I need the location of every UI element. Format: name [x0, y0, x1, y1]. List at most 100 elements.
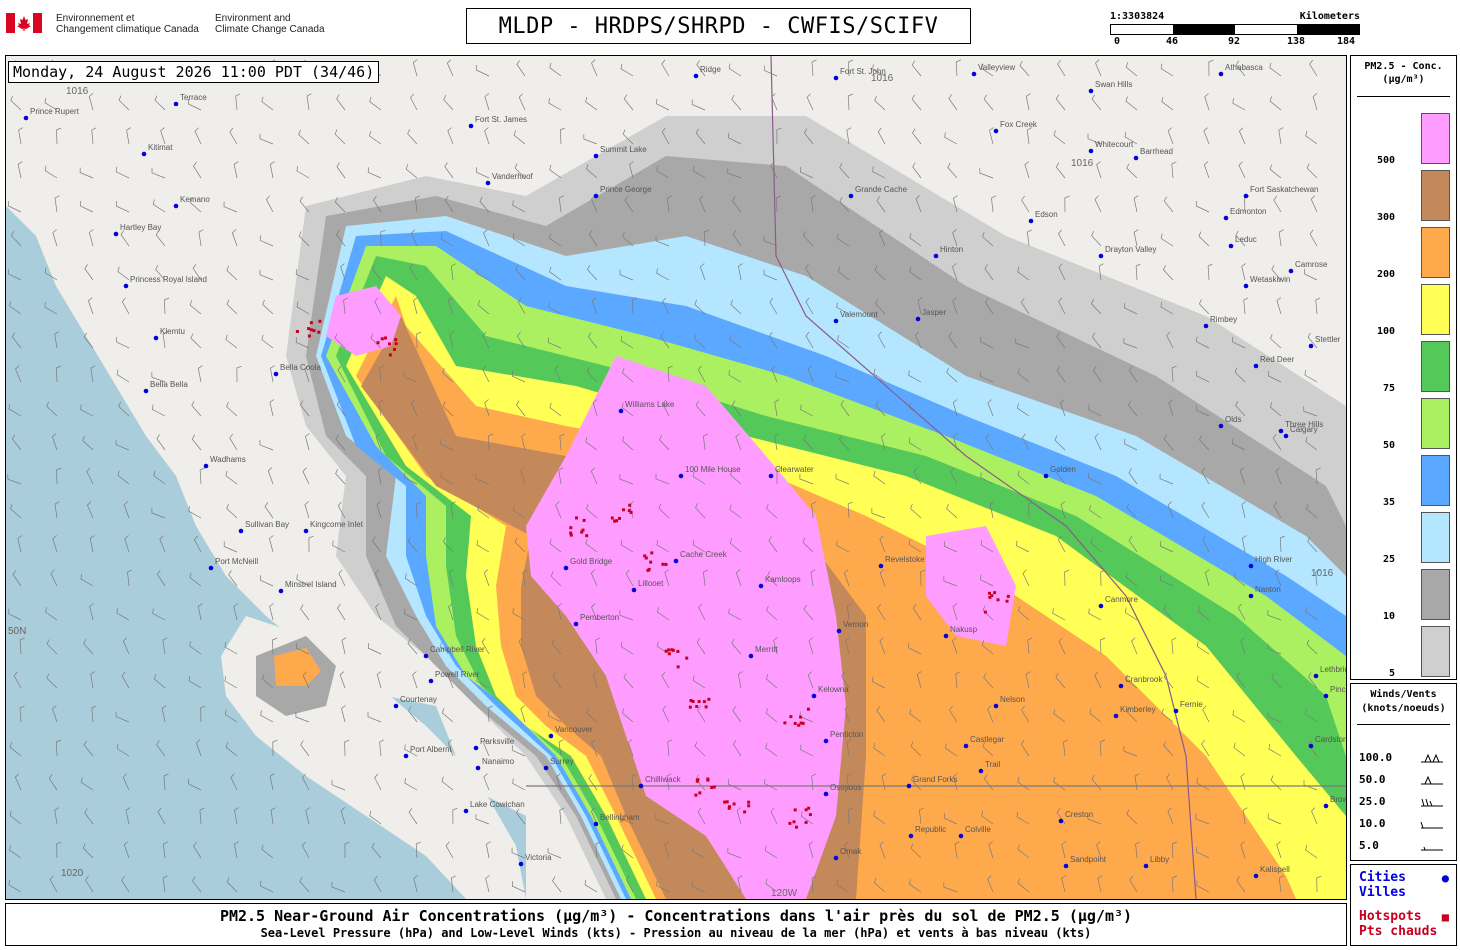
city-dot[interactable]: [173, 203, 179, 209]
city-dot[interactable]: [748, 653, 754, 659]
city-dot[interactable]: [173, 101, 179, 107]
city-dot[interactable]: [23, 115, 29, 121]
city-dot[interactable]: [423, 653, 429, 659]
city-dot[interactable]: [1118, 683, 1124, 689]
city-dot[interactable]: [848, 193, 854, 199]
pm25-dispersion-map[interactable]: 1016 1016 1016 1016 1020 50N 120W Prince…: [6, 56, 1346, 899]
city-dot[interactable]: [123, 283, 129, 289]
city-dot[interactable]: [153, 335, 159, 341]
city-dot[interactable]: [878, 563, 884, 569]
city-dot[interactable]: [203, 463, 209, 469]
legend-swatch: [1421, 512, 1450, 563]
city-dot[interactable]: [1278, 428, 1284, 434]
city-dot[interactable]: [543, 765, 549, 771]
city-dot[interactable]: [631, 587, 637, 593]
city-dot[interactable]: [593, 153, 599, 159]
city-dot[interactable]: [1313, 673, 1319, 679]
city-dot[interactable]: [833, 75, 839, 81]
city-dot[interactable]: [468, 123, 474, 129]
city-dot[interactable]: [915, 316, 921, 322]
city-dot[interactable]: [811, 693, 817, 699]
city-dot[interactable]: [273, 371, 279, 377]
wind-legend-title: Winds/Vents (knots/noeuds): [1361, 689, 1446, 714]
city-dot[interactable]: [1098, 603, 1104, 609]
city-dot[interactable]: [573, 621, 579, 627]
city-dot[interactable]: [141, 151, 147, 157]
city-dot[interactable]: [678, 473, 684, 479]
city-label: Pincher Creek: [1330, 685, 1346, 694]
city-dot[interactable]: [823, 791, 829, 797]
city-dot[interactable]: [618, 408, 624, 414]
city-dot[interactable]: [1248, 563, 1254, 569]
city-dot[interactable]: [1253, 363, 1259, 369]
city-dot[interactable]: [1218, 71, 1224, 77]
city-dot[interactable]: [485, 180, 491, 186]
city-dot[interactable]: [1088, 148, 1094, 154]
legend-title: PM2.5 - Conc. (µg/m³): [1364, 61, 1443, 85]
city-dot[interactable]: [1243, 283, 1249, 289]
city-dot[interactable]: [143, 388, 149, 394]
city-dot[interactable]: [1243, 193, 1249, 199]
city-label: Whitecourt: [1095, 140, 1134, 149]
city-dot[interactable]: [693, 73, 699, 79]
city-dot[interactable]: [1323, 693, 1329, 699]
city-dot[interactable]: [113, 231, 119, 237]
city-dot[interactable]: [958, 833, 964, 839]
city-dot[interactable]: [428, 678, 434, 684]
city-dot[interactable]: [638, 783, 644, 789]
city-dot[interactable]: [393, 703, 399, 709]
city-dot[interactable]: [1308, 743, 1314, 749]
city-dot[interactable]: [906, 783, 912, 789]
city-dot[interactable]: [833, 318, 839, 324]
city-dot[interactable]: [1088, 88, 1094, 94]
city-dot[interactable]: [943, 633, 949, 639]
city-dot[interactable]: [993, 128, 999, 134]
city-dot[interactable]: [1173, 708, 1179, 714]
city-dot[interactable]: [1203, 323, 1209, 329]
city-dot[interactable]: [1228, 243, 1234, 249]
city-dot[interactable]: [1113, 713, 1119, 719]
city-dot[interactable]: [278, 588, 284, 594]
city-dot[interactable]: [1098, 253, 1104, 259]
city-dot[interactable]: [238, 528, 244, 534]
city-dot[interactable]: [1028, 218, 1034, 224]
city-dot[interactable]: [593, 193, 599, 199]
map-panel[interactable]: 1016 1016 1016 1016 1020 50N 120W Prince…: [5, 55, 1347, 900]
city-dot[interactable]: [518, 861, 524, 867]
city-dot[interactable]: [933, 253, 939, 259]
city-dot[interactable]: [971, 71, 977, 77]
city-dot[interactable]: [1248, 593, 1254, 599]
city-dot[interactable]: [1058, 818, 1064, 824]
city-dot[interactable]: [475, 765, 481, 771]
city-dot[interactable]: [208, 565, 214, 571]
city-dot[interactable]: [673, 558, 679, 564]
city-dot[interactable]: [1253, 873, 1259, 879]
city-dot[interactable]: [908, 833, 914, 839]
city-dot[interactable]: [403, 753, 409, 759]
city-dot[interactable]: [1223, 215, 1229, 221]
city-dot[interactable]: [1133, 155, 1139, 161]
city-dot[interactable]: [1218, 423, 1224, 429]
city-dot[interactable]: [978, 768, 984, 774]
city-dot[interactable]: [833, 855, 839, 861]
city-dot[interactable]: [593, 821, 599, 827]
city-dot[interactable]: [1323, 803, 1329, 809]
city-label: Kingcome Inlet: [310, 520, 364, 529]
city-dot[interactable]: [548, 733, 554, 739]
city-dot[interactable]: [768, 473, 774, 479]
city-dot[interactable]: [463, 808, 469, 814]
city-dot[interactable]: [836, 628, 842, 634]
city-dot[interactable]: [1063, 863, 1069, 869]
city-dot[interactable]: [473, 745, 479, 751]
city-dot[interactable]: [1283, 433, 1289, 439]
city-dot[interactable]: [993, 703, 999, 709]
city-dot[interactable]: [1043, 473, 1049, 479]
city-dot[interactable]: [563, 565, 569, 571]
city-dot[interactable]: [1143, 863, 1149, 869]
city-dot[interactable]: [1308, 343, 1314, 349]
city-dot[interactable]: [758, 583, 764, 589]
city-dot[interactable]: [1288, 268, 1294, 274]
city-dot[interactable]: [963, 743, 969, 749]
city-dot[interactable]: [823, 738, 829, 744]
city-dot[interactable]: [303, 528, 309, 534]
